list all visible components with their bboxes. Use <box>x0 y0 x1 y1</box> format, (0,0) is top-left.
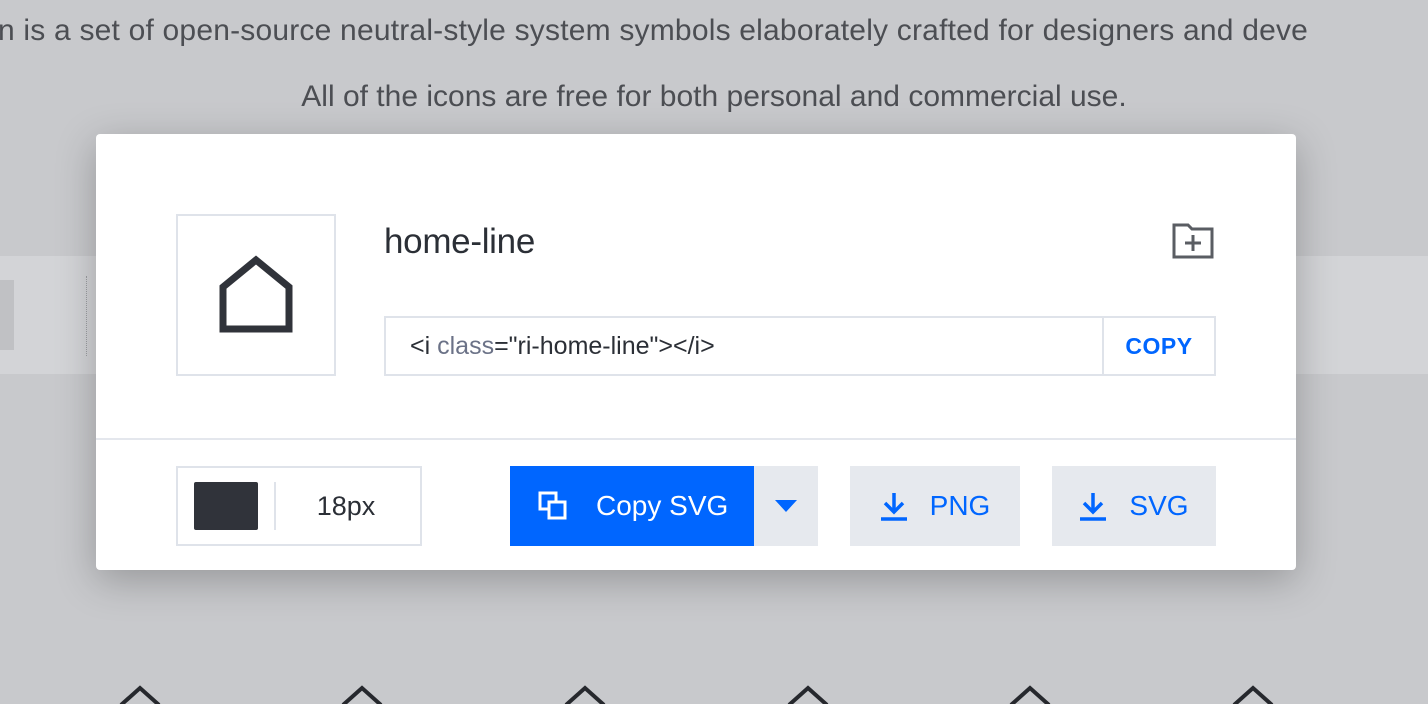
background-toolbar-divider <box>86 276 87 356</box>
copy-svg-button[interactable]: Copy SVG <box>510 466 754 546</box>
code-attr-value: ="ri-home-line"></i> <box>494 331 715 360</box>
copy-svg-label: Copy SVG <box>596 490 729 521</box>
code-snippet[interactable]: <i class ="ri-home-line"></i> <box>386 318 1102 374</box>
color-size-control: 18px <box>176 466 422 546</box>
download-svg-button[interactable]: SVG <box>1052 466 1216 546</box>
home-line-icon <box>219 255 293 333</box>
icon-name-title: home-line <box>384 222 535 261</box>
copy-code-button[interactable]: COPY <box>1102 318 1214 374</box>
download-icon <box>880 491 908 521</box>
home-icon <box>1232 685 1274 704</box>
modal-divider <box>96 438 1296 440</box>
copy-options-dropdown-button[interactable] <box>754 466 818 546</box>
background-toolbar-chip <box>0 280 14 350</box>
download-svg-label: SVG <box>1129 490 1189 521</box>
icon-size-value[interactable]: 18px <box>276 491 420 522</box>
download-png-label: PNG <box>929 490 991 521</box>
copy-icon <box>538 491 568 521</box>
code-snippet-field[interactable]: <i class ="ri-home-line"></i> COPY <box>384 316 1216 376</box>
code-tag-open: <i <box>410 331 438 360</box>
download-png-button[interactable]: PNG <box>850 466 1020 546</box>
icon-detail-modal: home-line <i class ="ri-home-line"></i> C… <box>96 134 1296 570</box>
code-attr-name: class <box>437 331 495 360</box>
home-icon <box>341 685 383 704</box>
intro-text-line-1: n is a set of open-source neutral-style … <box>0 14 1309 47</box>
intro-text-line-2: All of the icons are free for both perso… <box>301 80 1127 113</box>
caret-down-icon <box>775 500 797 512</box>
add-to-collection-button[interactable] <box>1170 220 1216 262</box>
icon-preview <box>176 214 336 376</box>
color-swatch-button[interactable] <box>194 482 258 530</box>
download-icon <box>1079 491 1107 521</box>
folder-add-icon <box>1172 223 1214 259</box>
home-icon <box>1009 685 1051 704</box>
home-icon <box>787 685 829 704</box>
home-icon <box>564 685 606 704</box>
background-icon-grid <box>0 683 1428 704</box>
home-icon <box>119 685 161 704</box>
